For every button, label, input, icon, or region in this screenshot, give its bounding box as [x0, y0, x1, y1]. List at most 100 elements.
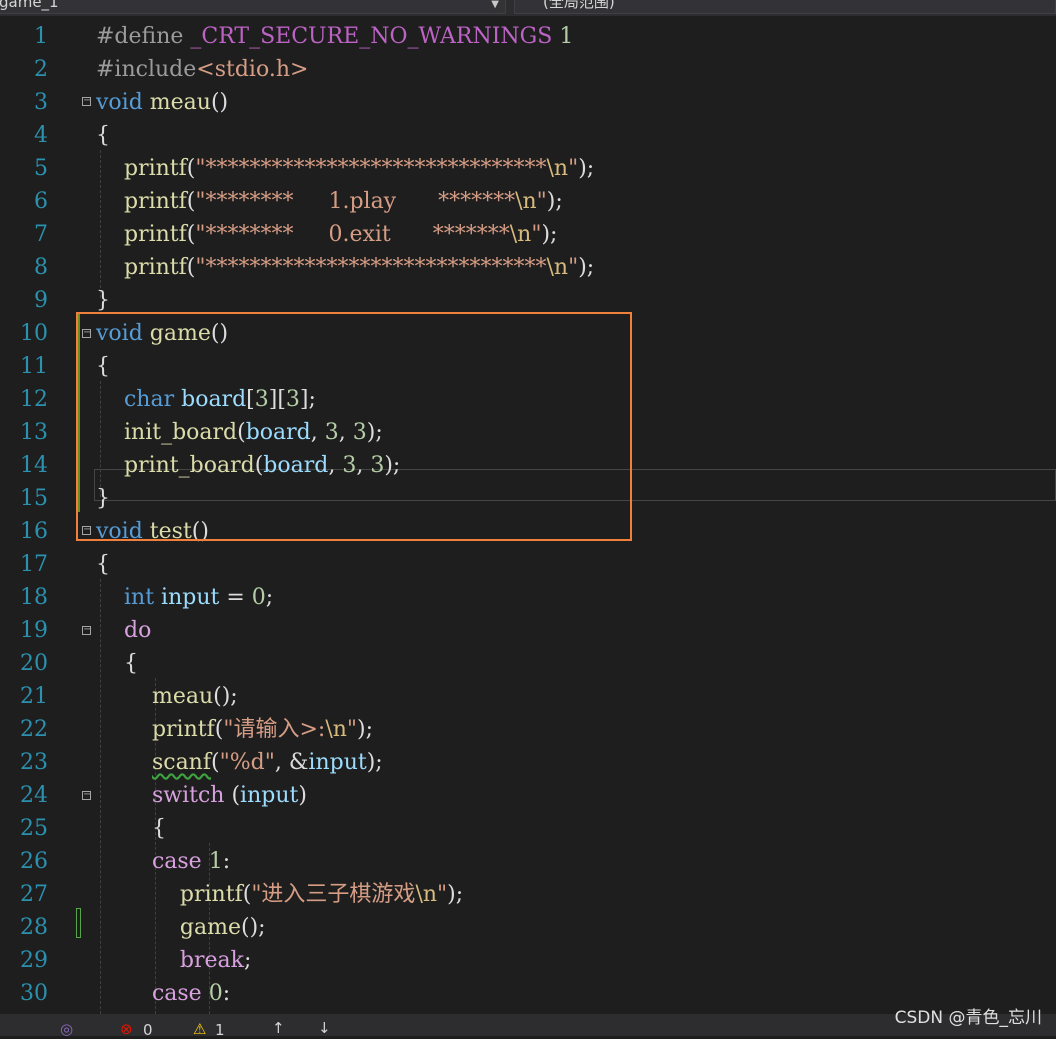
- line-number: 11: [20, 354, 48, 379]
- code-line[interactable]: 27 printf("进入三子棋游戏\n");: [0, 878, 1056, 911]
- code-token: "%d": [219, 750, 275, 775]
- code-line[interactable]: 6 printf("******** 1.play *******\n");: [0, 185, 1056, 218]
- code-token: :: [222, 849, 231, 874]
- code-line[interactable]: 24 switch (input): [0, 779, 1056, 812]
- code-token: (): [210, 90, 229, 115]
- code-token: meau: [151, 684, 214, 709]
- code-line[interactable]: 8 printf("******************************…: [0, 251, 1056, 284]
- code-token: {: [96, 552, 110, 577]
- line-number: 7: [34, 222, 48, 247]
- code-token: printf: [123, 255, 187, 280]
- code-line[interactable]: 5 printf("******************************…: [0, 152, 1056, 185]
- code-line[interactable]: 26 case 1:: [0, 845, 1056, 878]
- code-line[interactable]: 28 game();: [0, 911, 1056, 944]
- code-line[interactable]: 4{: [0, 119, 1056, 152]
- code-token: meau: [149, 90, 211, 115]
- code-line[interactable]: 21 meau();: [0, 680, 1056, 713]
- code-line[interactable]: 3 void meau(): [0, 86, 1056, 119]
- code-token: case: [151, 981, 202, 1006]
- code-line[interactable]: 18 int input = 0;: [0, 581, 1056, 614]
- code-text: printf("******** 1.play *******\n");: [96, 185, 563, 218]
- code-token: {: [96, 816, 166, 841]
- code-token: "******** 0.exit *******: [195, 222, 510, 247]
- code-line[interactable]: 7 printf("******** 0.exit *******\n");: [0, 218, 1056, 251]
- code-token: (: [224, 783, 241, 808]
- code-line[interactable]: 29 break;: [0, 944, 1056, 977]
- code-token: _CRT_SECURE_NO_WARNINGS: [190, 24, 553, 49]
- line-number: 26: [20, 849, 48, 874]
- code-text: printf("进入三子棋游戏\n");: [96, 878, 463, 911]
- code-line[interactable]: 22 printf("请输入>:\n");: [0, 713, 1056, 746]
- line-number: 6: [34, 189, 48, 214]
- scope-dropdown-label: (全局范围): [543, 0, 615, 11]
- code-token: printf: [123, 189, 187, 214]
- line-number: 2: [34, 57, 48, 82]
- warning-icon[interactable]: ⚠: [193, 1020, 206, 1038]
- line-number: 16: [20, 519, 48, 544]
- line-number: 9: [34, 288, 48, 313]
- code-token: \n: [415, 882, 438, 907]
- code-line[interactable]: 20 {: [0, 647, 1056, 680]
- code-token: ": [568, 156, 579, 181]
- line-number: 13: [20, 420, 48, 445]
- code-token: \n: [546, 255, 569, 280]
- line-number: 4: [34, 123, 48, 148]
- line-number: 15: [20, 486, 48, 511]
- line-number: 25: [20, 816, 48, 841]
- line-number: 17: [20, 552, 48, 577]
- code-token: break: [179, 948, 244, 973]
- arrow-down-icon[interactable]: ↓: [318, 1019, 331, 1037]
- line-number: 10: [20, 321, 48, 346]
- code-token: :: [222, 981, 231, 1006]
- code-token: input: [161, 585, 220, 610]
- error-icon[interactable]: ⊗: [120, 1020, 133, 1038]
- project-dropdown[interactable]: game_1 ▼: [0, 0, 506, 14]
- code-line[interactable]: 2 #include<stdio.h>: [0, 53, 1056, 86]
- line-number: 1: [34, 24, 48, 49]
- code-line[interactable]: 23 scanf("%d", &input);: [0, 746, 1056, 779]
- code-token: input: [308, 750, 367, 775]
- scope-dropdown[interactable]: (全局范围): [514, 0, 1056, 14]
- code-text: switch (input): [96, 779, 307, 812]
- line-number: 22: [20, 717, 48, 742]
- code-token: "******** 1.play *******: [195, 189, 516, 214]
- code-text: {: [96, 812, 166, 845]
- line-number: 8: [34, 255, 48, 280]
- code-token: void: [96, 90, 143, 115]
- code-token: ;: [244, 948, 252, 973]
- code-token: ": [531, 222, 542, 247]
- code-token: printf: [123, 156, 187, 181]
- code-token: ;: [265, 585, 274, 610]
- code-token: case: [151, 849, 202, 874]
- arrow-up-icon[interactable]: ↑: [272, 1019, 285, 1037]
- code-line[interactable]: 1 #define _CRT_SECURE_NO_WARNINGS 1: [0, 20, 1056, 53]
- code-text: {: [96, 119, 110, 152]
- code-text: int input = 0;: [96, 581, 273, 614]
- line-number: 21: [20, 684, 48, 709]
- code-text: #include<stdio.h>: [96, 53, 308, 86]
- code-token: 0: [251, 585, 266, 610]
- code-token: printf: [179, 882, 243, 907]
- code-token: {: [96, 123, 110, 148]
- code-token: 1: [559, 24, 574, 49]
- warning-count[interactable]: 1: [215, 1021, 225, 1039]
- intellicode-icon[interactable]: ◎: [60, 1020, 73, 1038]
- code-text: case 0:: [96, 977, 230, 1010]
- code-token: "*******************************: [195, 255, 547, 280]
- code-token: <stdio.h>: [196, 57, 309, 82]
- code-line[interactable]: 25 {: [0, 812, 1056, 845]
- code-line[interactable]: 19 do: [0, 614, 1056, 647]
- code-token: );: [578, 255, 595, 280]
- code-text: scanf("%d", &input);: [96, 746, 383, 779]
- code-line[interactable]: 17 {: [0, 548, 1056, 581]
- line-number: 18: [20, 585, 48, 610]
- code-token: switch: [151, 783, 225, 808]
- error-count[interactable]: 0: [143, 1021, 153, 1039]
